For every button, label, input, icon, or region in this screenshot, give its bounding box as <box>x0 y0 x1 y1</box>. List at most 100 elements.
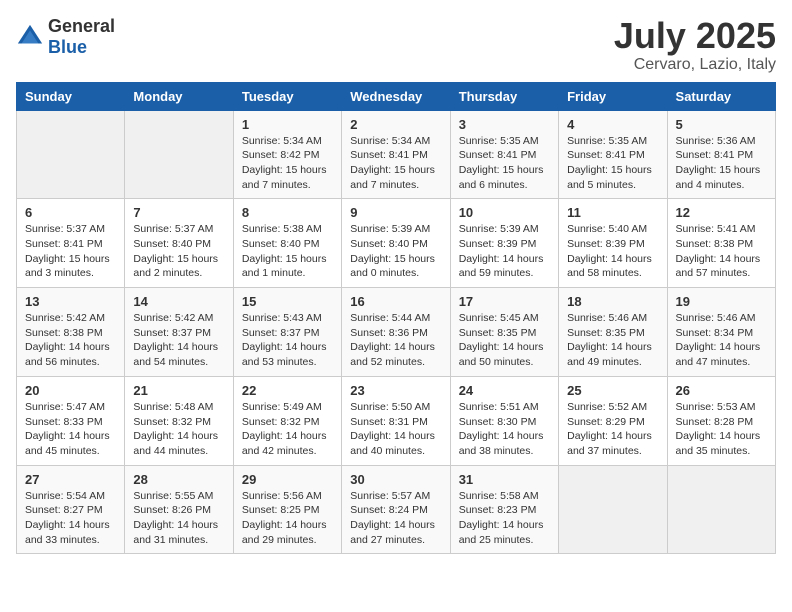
weekday-header-monday: Monday <box>125 82 233 110</box>
calendar-cell <box>667 465 775 554</box>
day-info: Sunrise: 5:49 AMSunset: 8:32 PMDaylight:… <box>242 400 333 459</box>
day-info: Sunrise: 5:37 AMSunset: 8:41 PMDaylight:… <box>25 222 116 281</box>
calendar-cell: 9 Sunrise: 5:39 AMSunset: 8:40 PMDaylight… <box>342 199 450 288</box>
calendar-cell: 21 Sunrise: 5:48 AMSunset: 8:32 PMDayligh… <box>125 376 233 465</box>
calendar-cell: 24 Sunrise: 5:51 AMSunset: 8:30 PMDayligh… <box>450 376 558 465</box>
calendar-cell: 25Sunrise: 5:52 AMSunset: 8:29 PMDayligh… <box>559 376 667 465</box>
day-info: Sunrise: 5:54 AMSunset: 8:27 PMDaylight:… <box>25 489 116 548</box>
calendar-cell: 31 Sunrise: 5:58 AMSunset: 8:23 PMDayligh… <box>450 465 558 554</box>
day-number: 5 <box>676 117 767 132</box>
day-info: Sunrise: 5:48 AMSunset: 8:32 PMDaylight:… <box>133 400 224 459</box>
weekday-row: SundayMondayTuesdayWednesdayThursdayFrid… <box>17 82 776 110</box>
week-row-3: 13 Sunrise: 5:42 AMSunset: 8:38 PMDayligh… <box>17 288 776 377</box>
day-info: Sunrise: 5:51 AMSunset: 8:30 PMDaylight:… <box>459 400 550 459</box>
day-number: 21 <box>133 383 224 398</box>
day-info: Sunrise: 5:38 AMSunset: 8:40 PMDaylight:… <box>242 222 333 281</box>
day-number: 22 <box>242 383 333 398</box>
calendar-cell: 19Sunrise: 5:46 AMSunset: 8:34 PMDayligh… <box>667 288 775 377</box>
calendar-cell: 20Sunrise: 5:47 AMSunset: 8:33 PMDayligh… <box>17 376 125 465</box>
calendar-cell: 18 Sunrise: 5:46 AMSunset: 8:35 PMDayligh… <box>559 288 667 377</box>
day-number: 8 <box>242 205 333 220</box>
weekday-header-friday: Friday <box>559 82 667 110</box>
day-number: 23 <box>350 383 441 398</box>
weekday-header-sunday: Sunday <box>17 82 125 110</box>
day-number: 31 <box>459 472 550 487</box>
day-number: 17 <box>459 294 550 309</box>
weekday-header-tuesday: Tuesday <box>233 82 341 110</box>
day-number: 6 <box>25 205 116 220</box>
calendar-cell: 4 Sunrise: 5:35 AMSunset: 8:41 PMDaylight… <box>559 110 667 199</box>
calendar-cell: 15Sunrise: 5:43 AMSunset: 8:37 PMDayligh… <box>233 288 341 377</box>
day-number: 3 <box>459 117 550 132</box>
week-row-1: 1 Sunrise: 5:34 AMSunset: 8:42 PMDaylight… <box>17 110 776 199</box>
day-info: Sunrise: 5:36 AMSunset: 8:41 PMDaylight:… <box>676 134 767 193</box>
day-info: Sunrise: 5:42 AMSunset: 8:38 PMDaylight:… <box>25 311 116 370</box>
calendar-cell: 2Sunrise: 5:34 AMSunset: 8:41 PMDaylight… <box>342 110 450 199</box>
day-number: 14 <box>133 294 224 309</box>
day-info: Sunrise: 5:58 AMSunset: 8:23 PMDaylight:… <box>459 489 550 548</box>
day-info: Sunrise: 5:34 AMSunset: 8:42 PMDaylight:… <box>242 134 333 193</box>
calendar-cell: 12 Sunrise: 5:41 AMSunset: 8:38 PMDayligh… <box>667 199 775 288</box>
calendar-cell: 8 Sunrise: 5:38 AMSunset: 8:40 PMDaylight… <box>233 199 341 288</box>
day-number: 4 <box>567 117 658 132</box>
calendar-subtitle: Cervaro, Lazio, Italy <box>614 56 776 74</box>
day-number: 2 <box>350 117 441 132</box>
day-info: Sunrise: 5:35 AMSunset: 8:41 PMDaylight:… <box>459 134 550 193</box>
day-info: Sunrise: 5:35 AMSunset: 8:41 PMDaylight:… <box>567 134 658 193</box>
calendar-cell: 5 Sunrise: 5:36 AMSunset: 8:41 PMDaylight… <box>667 110 775 199</box>
day-number: 28 <box>133 472 224 487</box>
calendar-cell: 16 Sunrise: 5:44 AMSunset: 8:36 PMDayligh… <box>342 288 450 377</box>
day-info: Sunrise: 5:39 AMSunset: 8:40 PMDaylight:… <box>350 222 441 281</box>
calendar-cell: 29Sunrise: 5:56 AMSunset: 8:25 PMDayligh… <box>233 465 341 554</box>
weekday-header-thursday: Thursday <box>450 82 558 110</box>
logo-icon <box>16 23 44 51</box>
day-number: 15 <box>242 294 333 309</box>
calendar-cell: 7Sunrise: 5:37 AMSunset: 8:40 PMDaylight… <box>125 199 233 288</box>
day-number: 30 <box>350 472 441 487</box>
day-info: Sunrise: 5:44 AMSunset: 8:36 PMDaylight:… <box>350 311 441 370</box>
logo-general: General <box>48 16 115 36</box>
logo: General Blue <box>16 16 115 58</box>
weekday-header-wednesday: Wednesday <box>342 82 450 110</box>
logo-text: General Blue <box>48 16 115 58</box>
day-info: Sunrise: 5:55 AMSunset: 8:26 PMDaylight:… <box>133 489 224 548</box>
day-info: Sunrise: 5:46 AMSunset: 8:35 PMDaylight:… <box>567 311 658 370</box>
calendar-cell: 26Sunrise: 5:53 AMSunset: 8:28 PMDayligh… <box>667 376 775 465</box>
weekday-header-saturday: Saturday <box>667 82 775 110</box>
calendar-cell: 11Sunrise: 5:40 AMSunset: 8:39 PMDayligh… <box>559 199 667 288</box>
day-number: 12 <box>676 205 767 220</box>
day-number: 27 <box>25 472 116 487</box>
calendar-cell: 17 Sunrise: 5:45 AMSunset: 8:35 PMDayligh… <box>450 288 558 377</box>
calendar-cell: 1 Sunrise: 5:34 AMSunset: 8:42 PMDaylight… <box>233 110 341 199</box>
calendar-cell: 28 Sunrise: 5:55 AMSunset: 8:26 PMDayligh… <box>125 465 233 554</box>
day-number: 1 <box>242 117 333 132</box>
logo-blue: Blue <box>48 37 87 57</box>
week-row-5: 27 Sunrise: 5:54 AMSunset: 8:27 PMDayligh… <box>17 465 776 554</box>
calendar-table: SundayMondayTuesdayWednesdayThursdayFrid… <box>16 82 776 555</box>
calendar-cell: 6 Sunrise: 5:37 AMSunset: 8:41 PMDaylight… <box>17 199 125 288</box>
calendar-cell: 13 Sunrise: 5:42 AMSunset: 8:38 PMDayligh… <box>17 288 125 377</box>
calendar-cell: 10 Sunrise: 5:39 AMSunset: 8:39 PMDayligh… <box>450 199 558 288</box>
day-number: 20 <box>25 383 116 398</box>
day-number: 13 <box>25 294 116 309</box>
calendar-cell: 27 Sunrise: 5:54 AMSunset: 8:27 PMDayligh… <box>17 465 125 554</box>
calendar-cell <box>17 110 125 199</box>
day-info: Sunrise: 5:52 AMSunset: 8:29 PMDaylight:… <box>567 400 658 459</box>
page-header: General Blue July 2025 Cervaro, Lazio, I… <box>16 16 776 74</box>
day-number: 24 <box>459 383 550 398</box>
week-row-2: 6 Sunrise: 5:37 AMSunset: 8:41 PMDaylight… <box>17 199 776 288</box>
week-row-4: 20Sunrise: 5:47 AMSunset: 8:33 PMDayligh… <box>17 376 776 465</box>
day-number: 18 <box>567 294 658 309</box>
day-number: 10 <box>459 205 550 220</box>
day-info: Sunrise: 5:50 AMSunset: 8:31 PMDaylight:… <box>350 400 441 459</box>
day-number: 11 <box>567 205 658 220</box>
day-number: 9 <box>350 205 441 220</box>
day-info: Sunrise: 5:45 AMSunset: 8:35 PMDaylight:… <box>459 311 550 370</box>
calendar-header: SundayMondayTuesdayWednesdayThursdayFrid… <box>17 82 776 110</box>
calendar-cell: 3 Sunrise: 5:35 AMSunset: 8:41 PMDaylight… <box>450 110 558 199</box>
day-number: 16 <box>350 294 441 309</box>
day-number: 29 <box>242 472 333 487</box>
day-info: Sunrise: 5:53 AMSunset: 8:28 PMDaylight:… <box>676 400 767 459</box>
day-info: Sunrise: 5:39 AMSunset: 8:39 PMDaylight:… <box>459 222 550 281</box>
day-info: Sunrise: 5:41 AMSunset: 8:38 PMDaylight:… <box>676 222 767 281</box>
